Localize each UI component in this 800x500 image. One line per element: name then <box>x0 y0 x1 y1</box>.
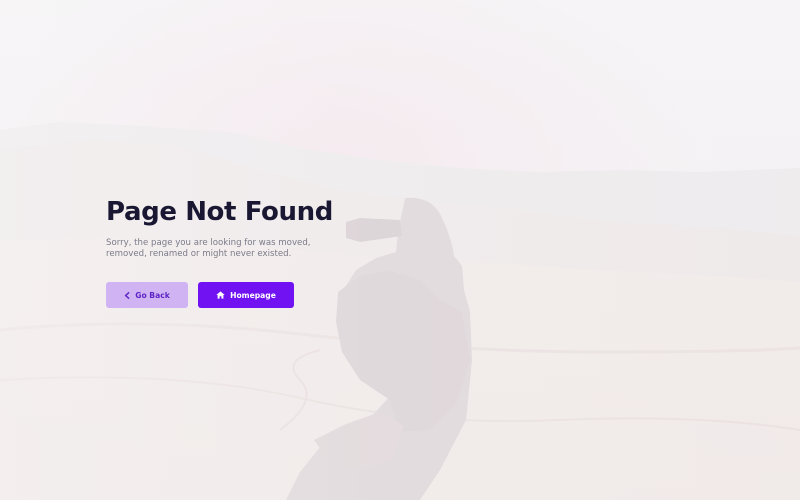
homepage-label: Homepage <box>230 290 276 300</box>
error-message: Sorry, the page you are looking for was … <box>106 238 311 259</box>
chevron-left-icon <box>124 291 130 299</box>
go-back-button[interactable]: Go Back <box>106 282 188 308</box>
homepage-button[interactable]: Homepage <box>198 282 294 308</box>
not-found-panel: Page Not Found Sorry, the page you are l… <box>106 196 426 308</box>
page-title: Page Not Found <box>106 197 333 227</box>
go-back-label: Go Back <box>135 290 170 300</box>
action-buttons: Go Back Homepage <box>106 282 426 308</box>
home-icon <box>216 291 225 299</box>
